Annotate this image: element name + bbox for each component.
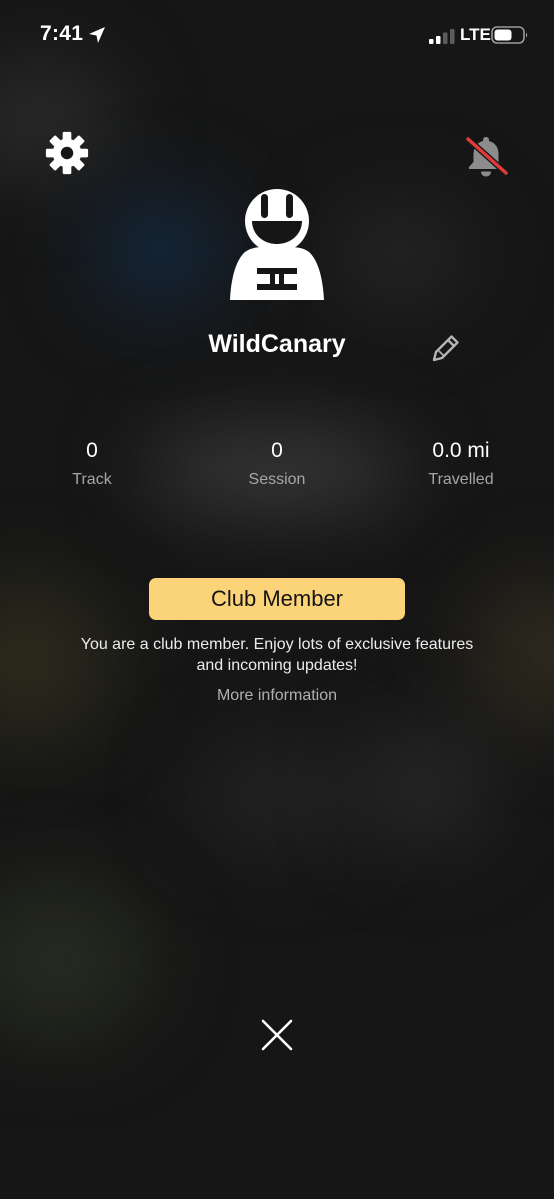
background-blur [470, 580, 554, 730]
stat-track: 0 Track [22, 438, 162, 490]
stat-session: 0 Session [207, 438, 347, 490]
close-icon[interactable] [258, 1016, 296, 1054]
club-description: You are a club member. Enjoy lots of exc… [80, 636, 474, 674]
stat-travelled: 0.0 mi Travelled [391, 438, 531, 490]
stat-label: Track [72, 471, 112, 488]
background-blur [0, 880, 150, 1040]
club-member-button[interactable]: Club Member [149, 578, 405, 620]
background-blur [190, 740, 370, 850]
stat-value: 0 [271, 439, 283, 462]
pencil-icon[interactable] [431, 333, 461, 363]
stat-label: Session [248, 471, 306, 488]
bell-slash-icon[interactable] [462, 133, 510, 179]
stat-label: Travelled [428, 471, 494, 488]
background-blur [330, 200, 470, 310]
stat-value: 0.0 mi [432, 439, 490, 462]
background-blur [360, 720, 490, 850]
status-time: 7:41 [40, 22, 84, 45]
more-information-link[interactable]: More information [0, 687, 554, 705]
stat-value: 0 [86, 439, 98, 462]
username: WildCanary [208, 330, 346, 358]
profile-screen: 7:41 LTE WildCanary 0 Track 0 Session 0.… [0, 0, 554, 1199]
network-type: LTE [460, 25, 491, 44]
cellular-signal-icon [429, 29, 455, 44]
location-arrow-icon [89, 27, 105, 43]
battery-icon [491, 26, 528, 44]
gear-icon[interactable] [44, 130, 90, 176]
background-blur [90, 190, 230, 310]
rider-helmet-icon [230, 189, 324, 300]
